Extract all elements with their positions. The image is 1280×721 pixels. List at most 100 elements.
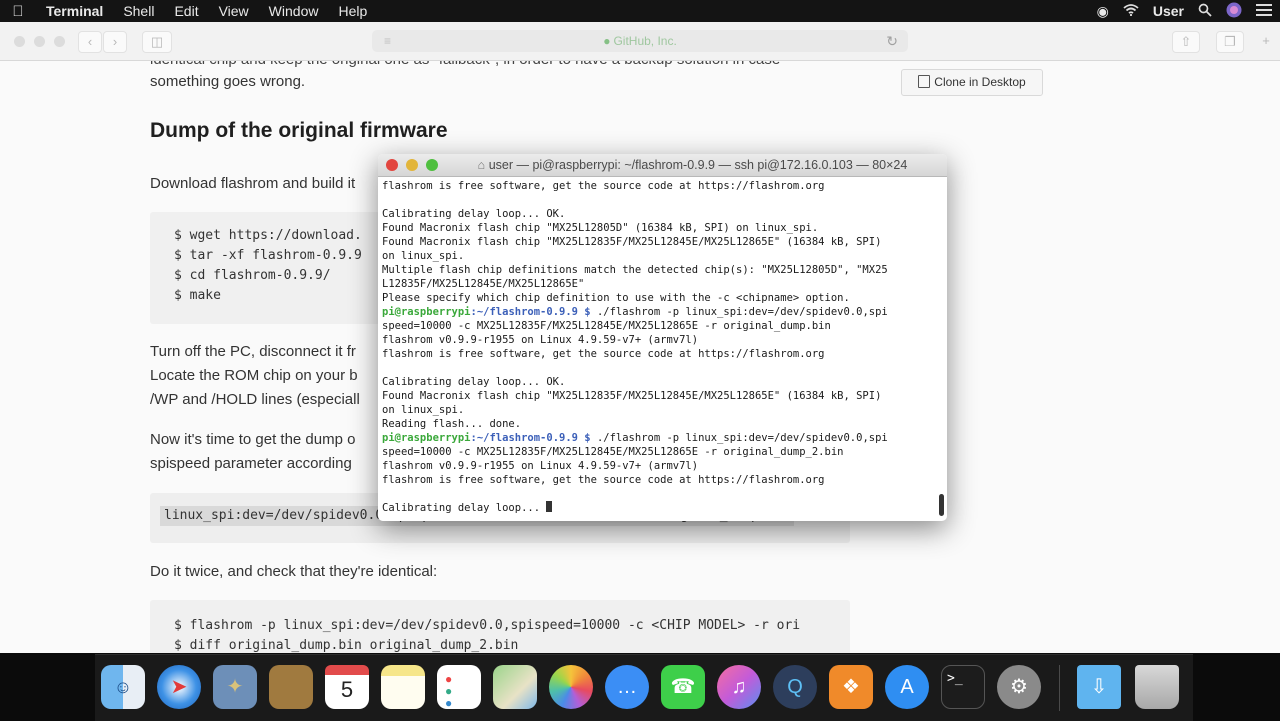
download-text: Download flashrom and build it xyxy=(150,175,356,192)
code-block-compare: $ flashrom -p linux_spi:dev=/dev/spidev0… xyxy=(150,600,850,653)
code-line: $ make xyxy=(174,288,221,303)
browser-toolbar: ‹ › ◫ ≡ ● GitHub, Inc. ↻ ⇧ ❐ + xyxy=(0,22,1280,61)
menu-window[interactable]: Window xyxy=(259,3,329,19)
zoom-window-button[interactable] xyxy=(54,36,65,47)
dock-separator xyxy=(1059,665,1060,711)
code-line: $ diff original_dump.bin original_dump_2… xyxy=(174,638,519,653)
facetime-icon[interactable]: ☎ xyxy=(661,665,705,709)
app-store-icon[interactable]: A xyxy=(885,665,929,709)
code-line: $ cd flashrom-0.9.9/ xyxy=(174,268,331,283)
dock: ☺ ➤ ✦ 5 ● ● ● … ☎ ♫ Q ❖ A >_ ⚙ ⇩ xyxy=(95,654,1193,721)
terminal-last-text: Calibrating delay loop... xyxy=(382,502,547,514)
quicktime-icon[interactable]: Q xyxy=(773,665,817,709)
terminal-line: Reading flash... done. xyxy=(382,418,522,430)
downloads-folder-icon[interactable]: ⇩ xyxy=(1077,665,1121,709)
terminal-line: on linux_spi. xyxy=(382,250,465,262)
menu-view[interactable]: View xyxy=(209,3,259,19)
preview-icon[interactable]: ✦ xyxy=(213,665,257,709)
lock-icon: ● xyxy=(603,34,611,48)
reader-icon[interactable]: ≡ xyxy=(384,30,391,52)
finder-icon[interactable]: ☺ xyxy=(101,665,145,709)
messages-icon[interactable]: … xyxy=(605,665,649,709)
terminal-output[interactable]: flashrom is free software, get the sourc… xyxy=(378,177,947,517)
prompt-dir: :~/flashrom-0.9.9 $ xyxy=(470,306,591,318)
terminal-prompt-line: pi@raspberrypi:~/flashrom-0.9.9 $ ./flas… xyxy=(382,431,943,445)
minimize-window-button[interactable] xyxy=(34,36,45,47)
system-preferences-icon[interactable]: ⚙ xyxy=(997,665,1041,709)
terminal-line: flashrom v0.9.9-r1955 on Linux 4.9.59-v7… xyxy=(382,334,699,346)
terminal-close-button[interactable] xyxy=(386,159,398,171)
terminal-last-line: Calibrating delay loop... xyxy=(382,501,943,515)
maps-icon[interactable] xyxy=(493,665,537,709)
notebook-icon[interactable] xyxy=(269,665,313,709)
terminal-line: Found Macronix flash chip "MX25L12835F/M… xyxy=(382,236,882,248)
terminal-line: flashrom v0.9.9-r1955 on Linux 4.9.59-v7… xyxy=(382,460,699,472)
address-bar[interactable]: ≡ ● GitHub, Inc. ↻ xyxy=(372,30,908,52)
menu-list-icon[interactable] xyxy=(1256,3,1272,19)
menu-edit[interactable]: Edit xyxy=(164,3,208,19)
terminal-line: flashrom is free software, get the sourc… xyxy=(382,180,825,192)
reminders-icon[interactable]: ● ● ● xyxy=(437,665,481,709)
paragraph-turn-off-line2: Locate the ROM chip on your b xyxy=(150,367,358,384)
desktop-icon xyxy=(918,75,931,88)
paragraph-dump-line1: Now it's time to get the dump o xyxy=(150,431,356,448)
back-button[interactable]: ‹ xyxy=(78,31,102,53)
terminal-line: on linux_spi. xyxy=(382,404,465,416)
notes-icon[interactable] xyxy=(381,665,425,709)
clone-label: Clone in Desktop xyxy=(934,75,1026,89)
ibooks-icon[interactable]: ❖ xyxy=(829,665,873,709)
prompt-dir: :~/flashrom-0.9.9 $ xyxy=(470,432,591,444)
address-text: GitHub, Inc. xyxy=(613,34,677,48)
prompt-user: pi@raspberrypi xyxy=(382,432,471,444)
terminal-title-text: user — pi@raspberrypi: ~/flashrom-0.9.9 … xyxy=(488,158,908,172)
photos-icon[interactable] xyxy=(549,665,593,709)
terminal-line: speed=10000 -c MX25L12835F/MX25L12845E/M… xyxy=(382,446,844,458)
terminal-window[interactable]: ⌂ user — pi@raspberrypi: ~/flashrom-0.9.… xyxy=(378,154,947,521)
calendar-day: 5 xyxy=(340,677,354,702)
section-heading: Dump of the original firmware xyxy=(150,119,448,142)
wifi-icon[interactable] xyxy=(1123,3,1139,19)
terminal-line: Found Macronix flash chip "MX25L12805D" … xyxy=(382,222,819,234)
calendar-icon[interactable]: 5 xyxy=(325,665,369,709)
close-window-button[interactable] xyxy=(14,36,25,47)
code-line: $ wget https://download. xyxy=(174,228,362,243)
terminal-title-bar[interactable]: ⌂ user — pi@raspberrypi: ~/flashrom-0.9.… xyxy=(378,154,947,177)
menu-help[interactable]: Help xyxy=(328,3,377,19)
record-icon[interactable]: ◉ xyxy=(1097,3,1109,20)
paragraph-dump-line2: spispeed parameter according xyxy=(150,455,352,472)
terminal-line: flashrom is free software, get the sourc… xyxy=(382,474,825,486)
paragraph-fallback-line2: something goes wrong. xyxy=(150,73,306,90)
clone-in-desktop-button[interactable]: Clone in Desktop xyxy=(901,69,1043,96)
forward-button[interactable]: › xyxy=(103,31,127,53)
itunes-icon[interactable]: ♫ xyxy=(717,665,761,709)
terminal-cursor xyxy=(546,501,553,512)
prompt-user: pi@raspberrypi xyxy=(382,306,471,318)
share-icon[interactable]: ⇧ xyxy=(1172,31,1200,53)
paragraph-turn-off-line1: Turn off the PC, disconnect it fr xyxy=(150,343,356,360)
terminal-icon[interactable]: >_ xyxy=(941,665,985,709)
tabs-icon[interactable]: ❐ xyxy=(1216,31,1244,53)
terminal-line: Multiple flash chip definitions match th… xyxy=(382,264,888,276)
user-name[interactable]: User xyxy=(1153,3,1184,19)
terminal-title: ⌂ user — pi@raspberrypi: ~/flashrom-0.9.… xyxy=(418,158,908,172)
terminal-line: Calibrating delay loop... OK. xyxy=(382,208,566,220)
terminal-prompt-line: pi@raspberrypi:~/flashrom-0.9.9 $ ./flas… xyxy=(382,305,943,319)
sidebar-icon[interactable]: ◫ xyxy=(142,31,172,53)
reload-icon[interactable]: ↻ xyxy=(886,30,898,52)
new-tab-icon[interactable]: + xyxy=(1256,31,1276,51)
terminal-zoom-button[interactable] xyxy=(426,159,438,171)
apple-icon[interactable]:  xyxy=(0,3,36,20)
command-text: ./flashrom -p linux_spi:dev=/dev/spidev0… xyxy=(590,306,888,318)
siri-icon[interactable] xyxy=(1226,2,1242,21)
terminal-minimize-button[interactable] xyxy=(406,159,418,171)
menu-shell[interactable]: Shell xyxy=(113,3,164,19)
terminal-line: L12835F/MX25L12845E/MX25L12865E" xyxy=(382,278,585,290)
search-icon[interactable] xyxy=(1198,3,1212,20)
home-folder-icon: ⌂ xyxy=(477,158,489,172)
menu-app-name[interactable]: Terminal xyxy=(36,3,113,19)
trash-icon[interactable] xyxy=(1135,665,1179,709)
terminal-scrollbar[interactable] xyxy=(939,494,944,516)
safari-icon[interactable]: ➤ xyxy=(157,665,201,709)
terminal-line: speed=10000 -c MX25L12835F/MX25L12845E/M… xyxy=(382,320,831,332)
